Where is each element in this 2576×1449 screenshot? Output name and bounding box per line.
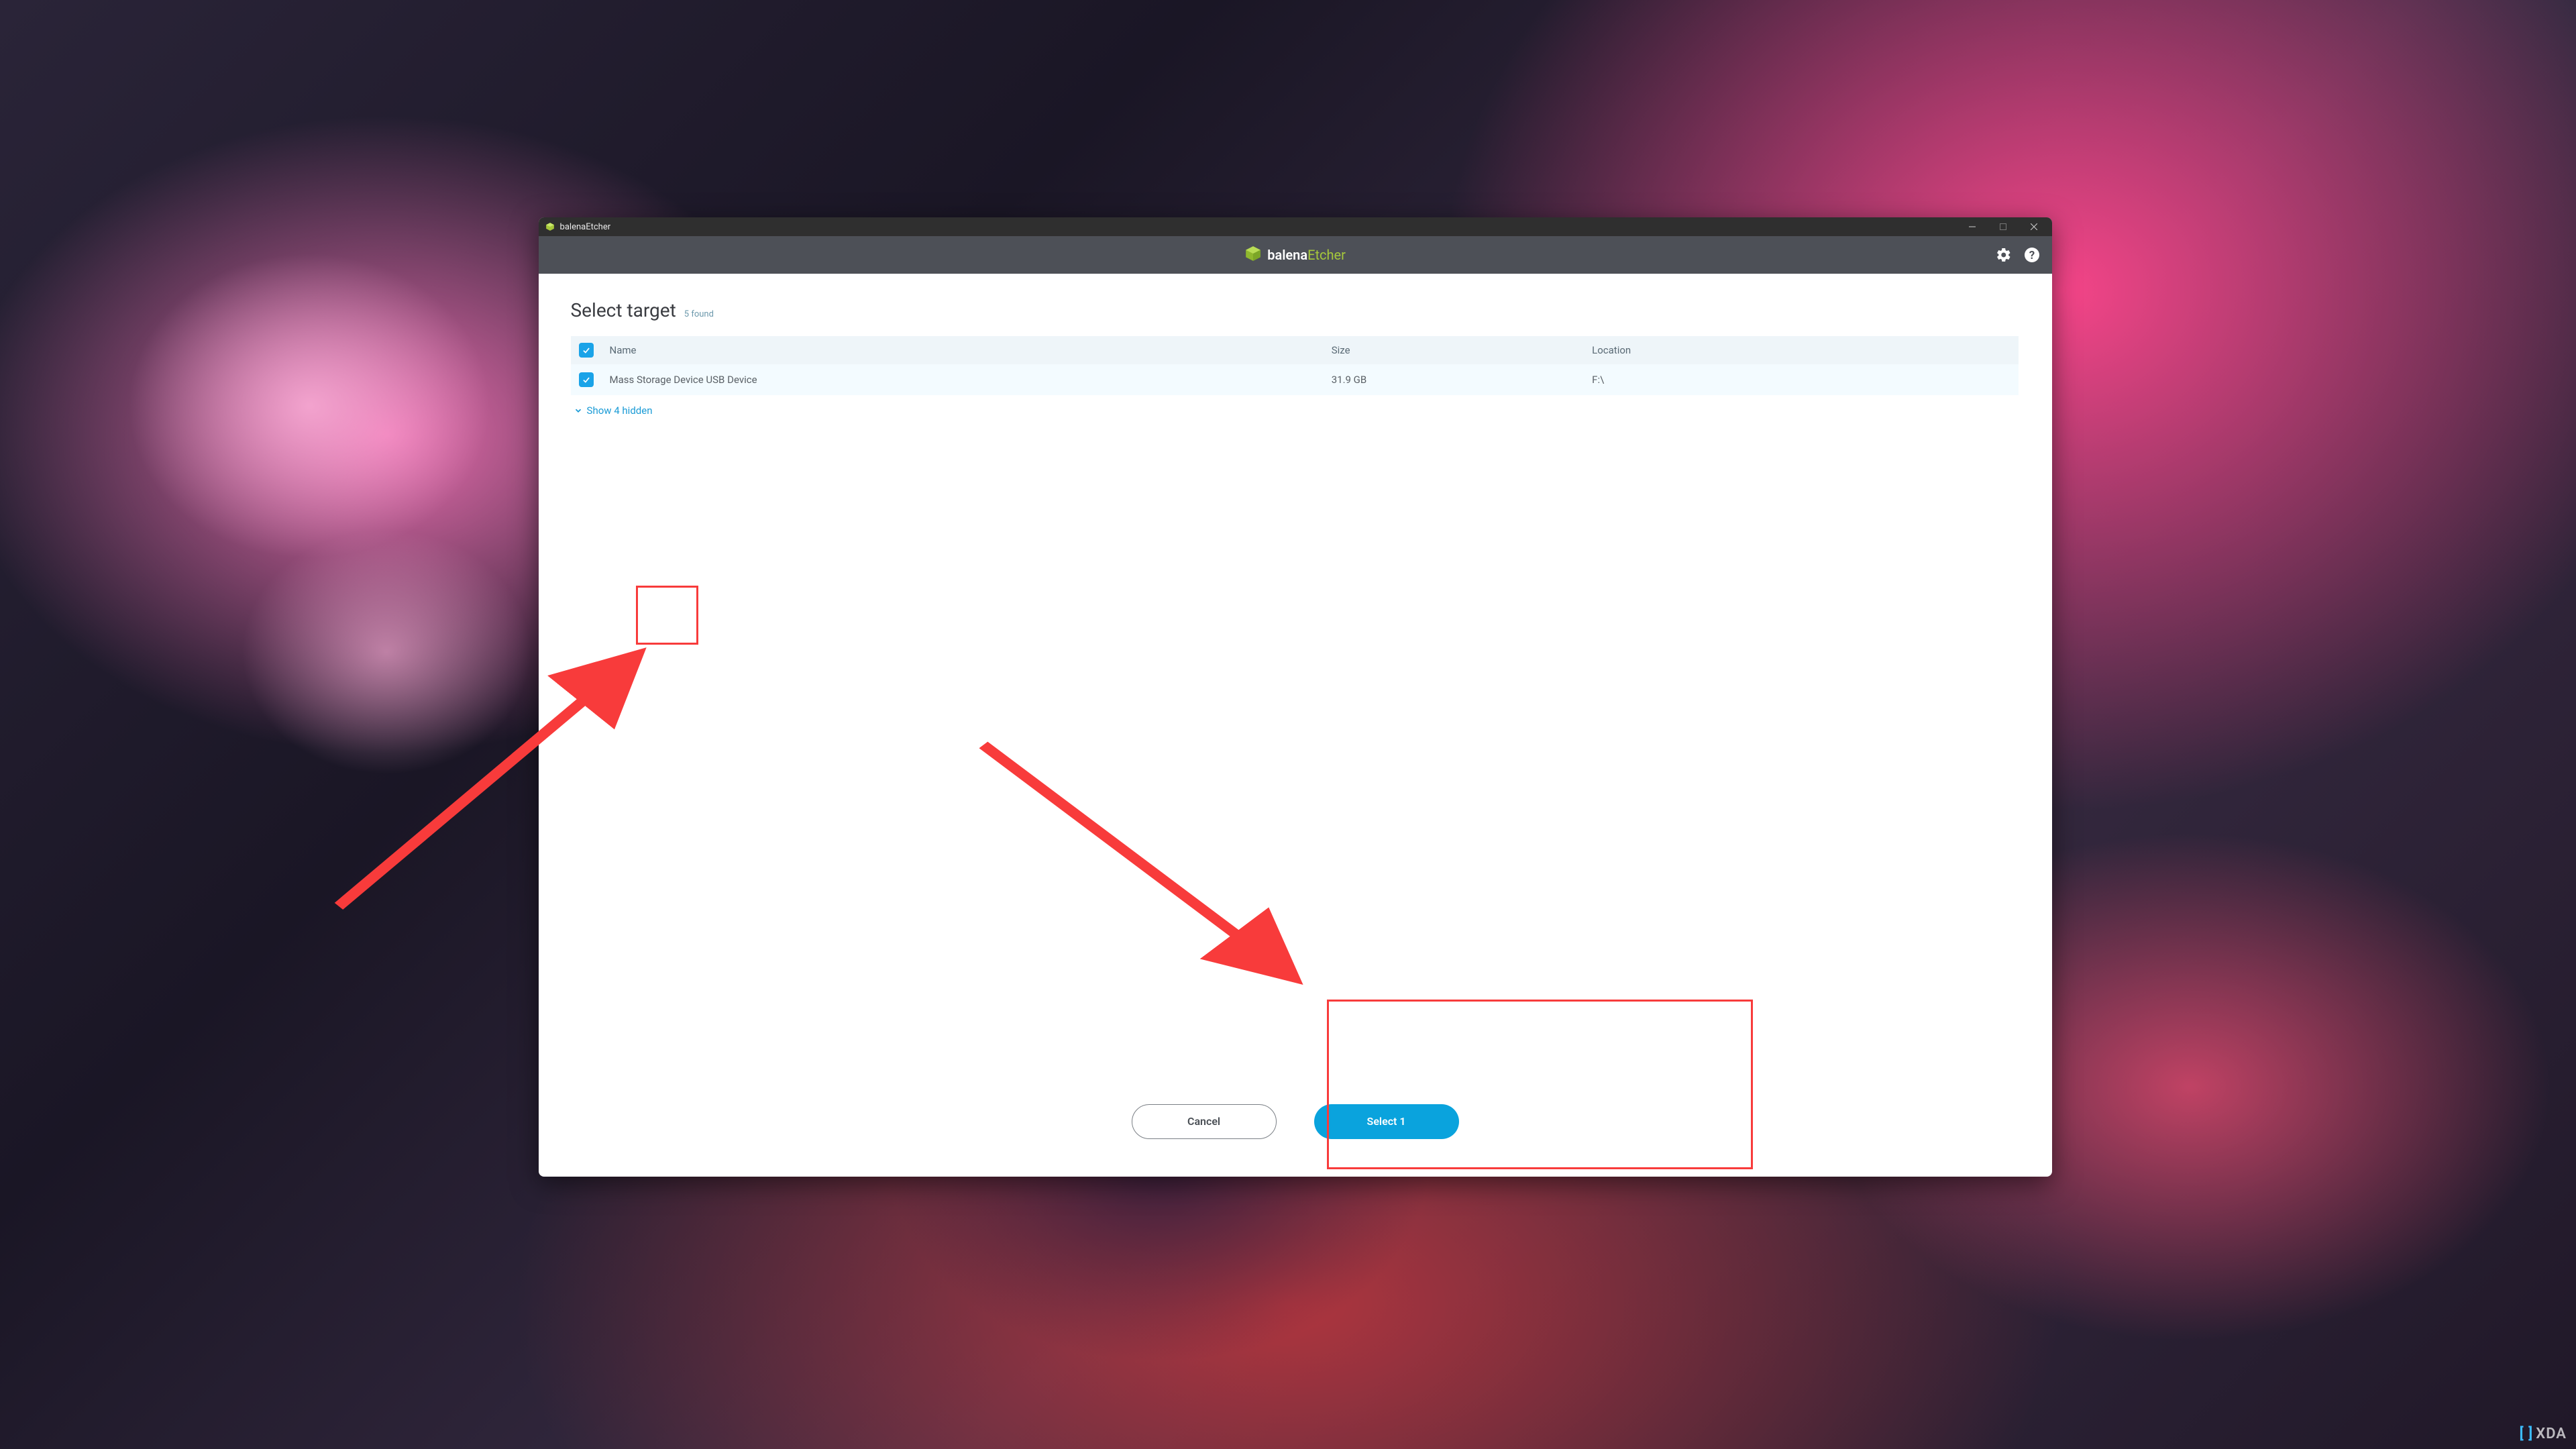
select-all-checkbox[interactable] bbox=[579, 343, 594, 358]
chevron-down-icon bbox=[574, 406, 583, 415]
help-icon[interactable]: ? bbox=[2024, 247, 2040, 263]
col-location: Location bbox=[1584, 336, 2018, 364]
content-panel: Select target 5 found Name Size bbox=[548, 274, 2043, 1167]
row-checkbox[interactable] bbox=[579, 372, 594, 387]
targets-table: Name Size Location Mass Sto bbox=[571, 336, 2019, 395]
svg-text:?: ? bbox=[2029, 249, 2034, 262]
watermark: [ ]XDA bbox=[2520, 1426, 2567, 1442]
cube-icon bbox=[1244, 245, 1262, 265]
col-size: Size bbox=[1324, 336, 1584, 364]
app-header: balenaEtcher ? bbox=[539, 236, 2052, 274]
titlebar[interactable]: balenaEtcher bbox=[539, 217, 2052, 236]
app-icon bbox=[545, 222, 555, 231]
select-button[interactable]: Select 1 bbox=[1314, 1104, 1459, 1139]
button-row: Cancel Select 1 bbox=[571, 1104, 2020, 1151]
page-title: Select target bbox=[571, 299, 676, 321]
maximize-button bbox=[1988, 217, 2019, 236]
table-header-row: Name Size Location bbox=[571, 336, 2019, 364]
cancel-button[interactable]: Cancel bbox=[1132, 1104, 1277, 1139]
brand: balenaEtcher bbox=[1244, 245, 1346, 265]
col-name: Name bbox=[602, 336, 1324, 364]
app-window: balenaEtcher balenaEtcher bbox=[539, 217, 2052, 1177]
show-hidden-toggle[interactable]: Show 4 hidden bbox=[571, 405, 2020, 417]
found-count: 5 found bbox=[684, 309, 714, 319]
show-hidden-label: Show 4 hidden bbox=[587, 405, 653, 417]
minimize-button[interactable] bbox=[1957, 217, 1988, 236]
gear-icon[interactable] bbox=[1996, 247, 2012, 263]
cell-name: Mass Storage Device USB Device bbox=[602, 364, 1324, 395]
table-row[interactable]: Mass Storage Device USB Device 31.9 GB F… bbox=[571, 364, 2019, 395]
cell-size: 31.9 GB bbox=[1324, 364, 1584, 395]
window-controls bbox=[1957, 217, 2049, 236]
brand-text: balenaEtcher bbox=[1267, 247, 1346, 263]
window-title: balenaEtcher bbox=[560, 222, 1957, 232]
close-button[interactable] bbox=[2019, 217, 2049, 236]
cell-location: F:\ bbox=[1584, 364, 2018, 395]
